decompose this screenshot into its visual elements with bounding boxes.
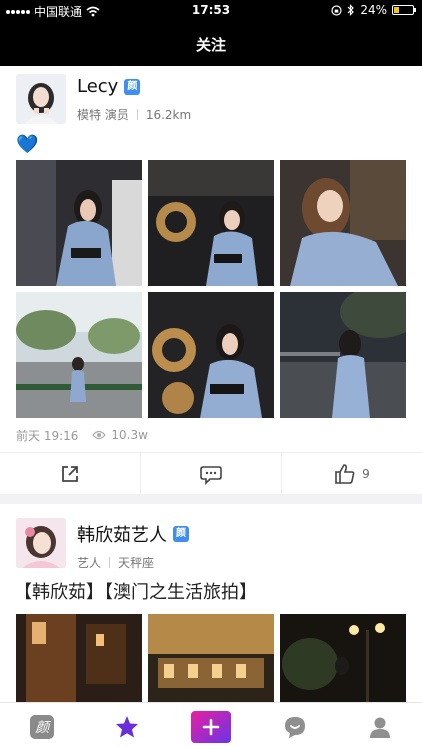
user-meta: 模特 演员 16.2km [77, 106, 191, 123]
star-icon [115, 715, 138, 737]
post-header: Lecy 颜 模特 演员 16.2km [0, 66, 422, 130]
plus-icon [191, 710, 232, 743]
battery-percent: 24% [360, 3, 387, 17]
post-photo[interactable] [16, 292, 142, 418]
share-icon [62, 465, 78, 482]
share-button[interactable] [0, 453, 141, 494]
tab-profile[interactable] [338, 703, 422, 750]
like-count: 9 [362, 466, 370, 481]
post-photo[interactable] [280, 614, 406, 702]
battery-icon [392, 5, 416, 15]
view-count-text: 10.3w [111, 428, 148, 442]
post-actions: 9 [0, 452, 422, 494]
bluetooth-icon [347, 4, 355, 16]
avatar[interactable] [16, 518, 66, 568]
post-footer: 前天 19:16 10.3w [16, 418, 422, 452]
user-tags: 艺人 [77, 556, 102, 570]
post-photo[interactable] [16, 614, 142, 702]
like-button[interactable]: 9 [282, 453, 422, 494]
orientation-lock-icon [331, 4, 342, 16]
post-card: 韩欣茹艺人 颜 艺人 天秤座 【韩欣茹】【澳门之生活旅拍】 [0, 504, 422, 702]
tab-home[interactable]: 颜 [0, 703, 84, 750]
user-zodiac: 天秤座 [118, 556, 155, 570]
post-time: 前天 19:16 [16, 428, 79, 443]
username[interactable]: Lecy 颜 [77, 76, 141, 97]
comment-button[interactable] [141, 453, 282, 494]
photo-grid [16, 160, 406, 418]
photo-grid [16, 614, 406, 702]
post-photo[interactable] [148, 292, 274, 418]
page-title: 关注 [195, 35, 226, 54]
thumbs-up-icon [335, 463, 355, 484]
user-distance: 16.2km [145, 107, 192, 122]
comment-icon [200, 465, 222, 485]
post-divider [0, 494, 422, 504]
tab-publish[interactable] [169, 703, 253, 750]
view-count: 10.3w [92, 428, 148, 442]
user-tags: 模特 演员 [77, 108, 129, 122]
yan-logo-icon: 颜 [30, 714, 55, 739]
avatar[interactable] [16, 74, 66, 124]
yan-logo-text: 颜 [35, 719, 50, 736]
post-photo[interactable] [148, 614, 274, 702]
username-text: 韩欣茹艺人 [77, 525, 167, 546]
feed[interactable]: Lecy 颜 模特 演员 16.2km 💙 前天 19:16 10.3w 9 韩… [0, 66, 422, 702]
bottom-tab-bar: 颜 [0, 702, 422, 750]
post-photo[interactable] [280, 292, 406, 418]
verified-badge-icon: 颜 [173, 526, 189, 542]
verified-badge-icon: 颜 [124, 78, 141, 95]
tab-messages[interactable] [253, 703, 337, 750]
post-caption: 【韩欣茹】【澳门之生活旅拍】 [14, 582, 257, 603]
post-photo[interactable] [280, 160, 406, 286]
chat-bubble-icon [285, 716, 306, 738]
post-caption: 💙 [16, 134, 39, 155]
tab-favorites[interactable] [84, 703, 168, 750]
post-photo[interactable] [148, 160, 274, 286]
post-header: 韩欣茹艺人 颜 艺人 天秤座 [0, 504, 422, 576]
eye-icon [92, 430, 107, 440]
username[interactable]: 韩欣茹艺人 颜 [77, 521, 189, 547]
user-meta: 艺人 天秤座 [77, 554, 154, 571]
meta-divider [109, 557, 111, 568]
profile-icon [369, 717, 390, 738]
post-photo[interactable] [16, 160, 142, 286]
nav-bar: 关注 [0, 22, 422, 66]
username-text: Lecy [77, 76, 119, 97]
meta-divider [136, 109, 138, 120]
post-card: Lecy 颜 模特 演员 16.2km 💙 前天 19:16 10.3w 9 [0, 66, 422, 494]
status-bar: 中国联通 17:53 24% [0, 0, 422, 22]
